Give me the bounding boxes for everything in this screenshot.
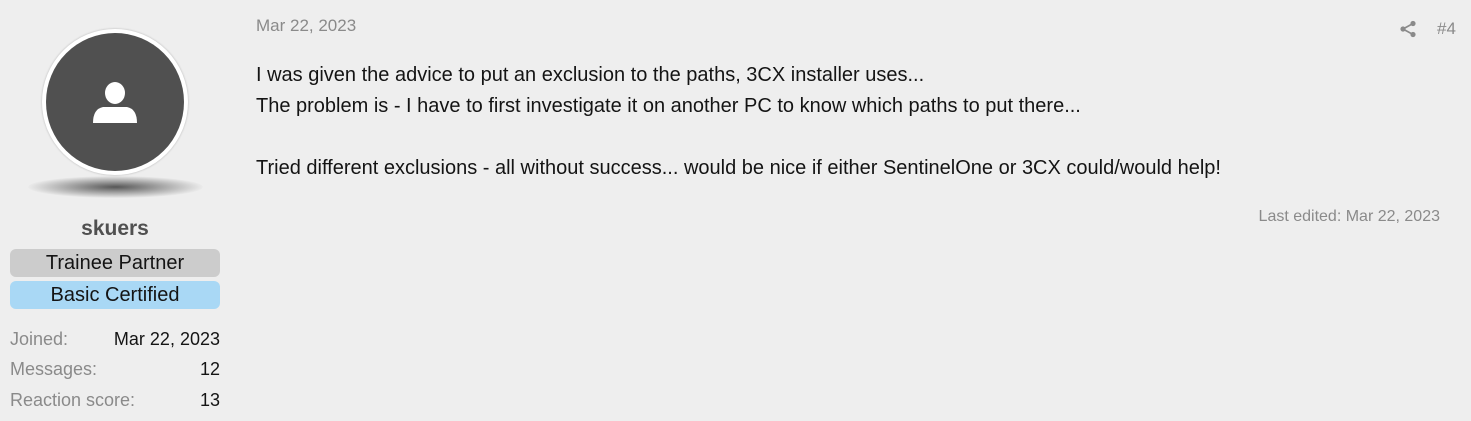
post-date-link[interactable]: Mar 22, 2023: [256, 16, 356, 36]
stat-reaction-score: Reaction score: 13: [10, 388, 220, 412]
user-silhouette-icon: [93, 82, 137, 123]
post-text-line: I was given the advice to put an exclusi…: [256, 64, 925, 86]
stat-reaction-score-value: 13: [199, 390, 220, 410]
share-icon[interactable]: [1399, 20, 1417, 38]
last-edited-note: Last edited: Mar 22, 2023: [1258, 208, 1440, 225]
user-banner-basic-certified: Basic Certified: [10, 281, 220, 309]
stat-reaction-score-label: Reaction score:: [10, 390, 136, 410]
stat-joined-label: Joined:: [10, 329, 69, 349]
stat-messages-label: Messages:: [10, 359, 98, 379]
user-info-column: skuers Trainee Partner Basic Certified J…: [0, 0, 230, 421]
user-banner-trainee-partner: Trainee Partner: [10, 249, 220, 277]
stat-joined: Joined: Mar 22, 2023: [10, 327, 220, 351]
post-body: I was given the advice to put an exclusi…: [256, 60, 1436, 184]
avatar[interactable]: [42, 29, 188, 175]
stat-messages-value[interactable]: 12: [200, 357, 220, 381]
username-link[interactable]: skuers: [0, 217, 230, 241]
stat-joined-value: Mar 22, 2023: [113, 329, 220, 349]
stat-messages: Messages: 12: [10, 357, 220, 381]
avatar-shadow: [28, 176, 203, 198]
post-text-line: Tried different exclusions - all without…: [256, 157, 1221, 179]
post-number-link[interactable]: #4: [1437, 19, 1456, 39]
avatar-circle: [46, 33, 184, 171]
post-text-line: The problem is - I have to first investi…: [256, 95, 1081, 117]
